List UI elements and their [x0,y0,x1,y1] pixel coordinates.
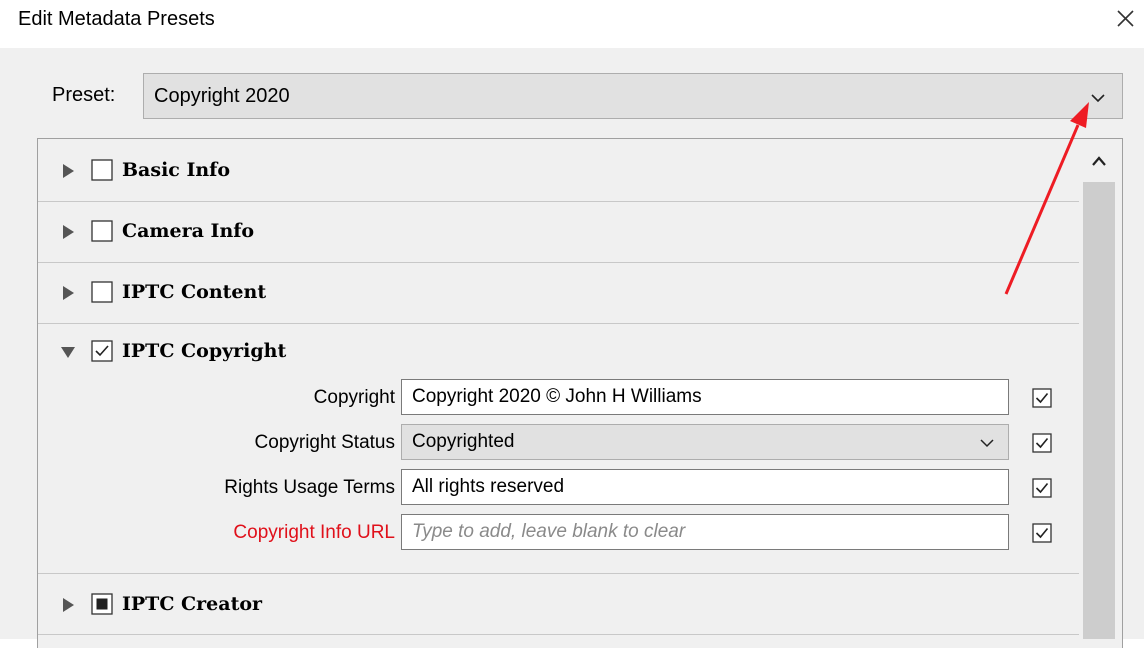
metadata-sections-panel: Basic Info Camera Info IPTC Content IPTC [37,138,1123,648]
copyright-status-checkbox[interactable] [1032,433,1052,453]
expand-triangle-icon[interactable] [60,163,76,179]
section-iptc-copyright: IPTC Copyright Copyright Copyright 2020 … [38,324,1080,573]
expand-triangle-icon[interactable] [60,285,76,301]
rights-usage-terms-label: Rights Usage Terms [224,477,395,498]
window-title: Edit Metadata Presets [18,8,215,30]
copyright-input[interactable]: Copyright 2020 © John H Williams [401,379,1009,415]
chevron-down-icon [980,439,994,448]
section-label-camera-info[interactable]: Camera Info [122,220,254,242]
copyright-info-url-checkbox[interactable] [1032,523,1052,543]
copyright-status-dropdown[interactable]: Copyrighted [401,424,1009,460]
scroll-up-button[interactable] [1079,140,1119,182]
chevron-up-icon [1092,156,1106,166]
copyright-info-url-input[interactable]: Type to add, leave blank to clear [401,514,1009,550]
scroll-thumb[interactable] [1083,182,1115,639]
section-iptc-content: IPTC Content [38,263,1080,323]
copyright-info-url-label: Copyright Info URL [233,522,395,543]
section-divider [38,634,1080,635]
close-icon [1117,10,1134,27]
section-label-basic-info[interactable]: Basic Info [122,159,230,181]
section-checkbox-camera-info[interactable] [91,220,113,242]
copyright-label: Copyright [313,387,395,408]
copyright-status-label: Copyright Status [254,432,395,453]
preset-dropdown[interactable]: Copyright 2020 [143,73,1123,119]
section-label-iptc-content[interactable]: IPTC Content [122,281,266,303]
copyright-checkbox[interactable] [1032,388,1052,408]
close-button[interactable] [1110,4,1142,34]
section-label-iptc-copyright[interactable]: IPTC Copyright [122,340,286,362]
section-camera-info: Camera Info [38,202,1080,262]
copyright-status-value: Copyrighted [412,431,515,452]
section-checkbox-iptc-creator[interactable] [91,593,113,615]
section-checkbox-basic-info[interactable] [91,159,113,181]
section-basic-info: Basic Info [38,139,1080,201]
expand-triangle-icon[interactable] [60,224,76,240]
section-iptc-creator: IPTC Creator [38,574,1080,634]
section-label-iptc-creator[interactable]: IPTC Creator [122,593,262,615]
preset-label: Preset: [52,84,116,106]
expand-triangle-icon[interactable] [60,597,76,613]
section-checkbox-iptc-copyright[interactable] [91,340,113,362]
collapse-triangle-icon[interactable] [60,344,76,360]
vertical-scrollbar[interactable] [1079,140,1119,639]
rights-usage-terms-value: All rights reserved [412,476,565,497]
preset-value: Copyright 2020 [154,85,290,107]
copyright-info-url-placeholder: Type to add, leave blank to clear [412,521,686,542]
rights-usage-terms-checkbox[interactable] [1032,478,1052,498]
rights-usage-terms-input[interactable]: All rights reserved [401,469,1009,505]
chevron-down-icon [1091,94,1105,103]
copyright-value: Copyright 2020 © John H Williams [412,386,702,407]
section-checkbox-iptc-content[interactable] [91,281,113,303]
